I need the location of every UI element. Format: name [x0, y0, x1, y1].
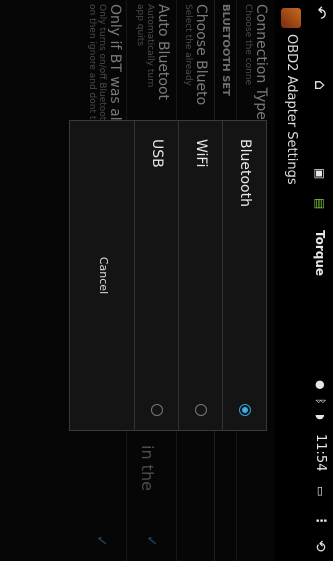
radio-unselected-icon[interactable]: [195, 404, 207, 416]
clock: 11:54: [313, 434, 328, 472]
recent-apps-icon[interactable]: ⟲: [307, 540, 333, 552]
option-label: USB: [149, 139, 165, 168]
screenshot-icon: ▣: [313, 168, 327, 180]
device-screen: ↶ ⌂ ▣ ▤ Torque ● ᛒ ◗ 11:54 ▭ ⋮ ⟲ OBD2 Ad…: [0, 0, 333, 561]
option-label: Bluetooth: [237, 139, 253, 207]
action-bar: OBD2 Adapter Settings: [275, 0, 307, 561]
system-bar: ↶ ⌂ ▣ ▤ Torque ● ᛒ ◗ 11:54 ▭ ⋮ ⟲: [307, 0, 333, 561]
option-label: WiFi: [193, 139, 209, 168]
app-name: Torque: [313, 230, 327, 277]
location-icon: ●: [314, 380, 327, 390]
option-bluetooth[interactable]: Bluetooth: [222, 121, 266, 430]
radio-selected-icon[interactable]: [239, 404, 251, 416]
option-wifi[interactable]: WiFi: [178, 121, 222, 430]
wifi-icon: ◗: [314, 414, 327, 420]
connection-type-dialog: Bluetooth WiFi USB Cancel: [69, 120, 267, 431]
bluetooth-icon: ᛒ: [314, 398, 327, 405]
page-title: OBD2 Adapter Settings: [284, 34, 299, 185]
battery-icon: ▭: [314, 486, 327, 497]
radio-unselected-icon[interactable]: [151, 404, 163, 416]
cancel-button[interactable]: Cancel: [71, 121, 135, 430]
app-logo-icon[interactable]: [281, 8, 301, 28]
home-icon[interactable]: ⌂: [307, 80, 333, 90]
back-icon[interactable]: ↶: [307, 6, 333, 19]
option-usb[interactable]: USB: [134, 121, 178, 430]
notification-icon: ▤: [313, 198, 327, 210]
overflow-menu-icon[interactable]: ⋮: [307, 514, 333, 527]
